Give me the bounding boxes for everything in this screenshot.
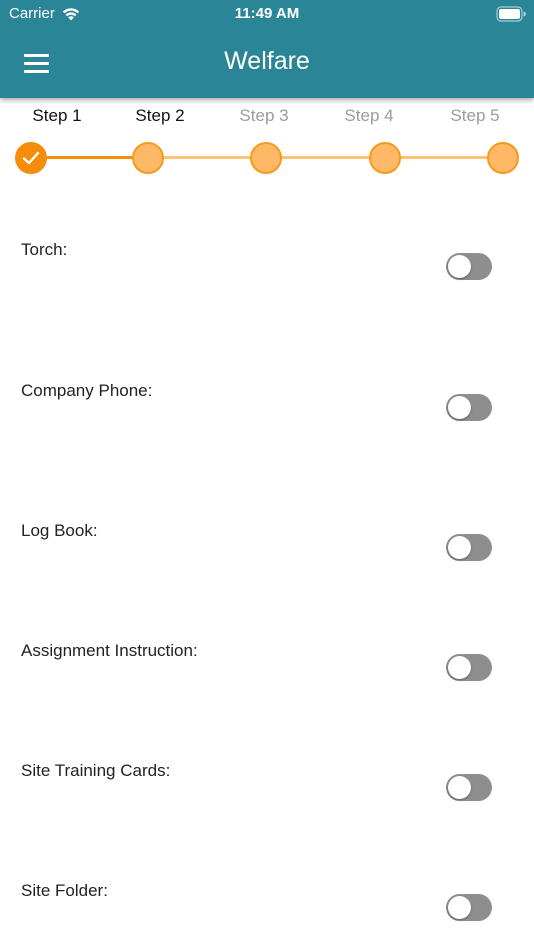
step-connector bbox=[148, 156, 266, 159]
site-training-cards-label: Site Training Cards: bbox=[21, 761, 171, 780]
assignment-instruction-label: Assignment Instruction: bbox=[21, 641, 198, 660]
step-4-label[interactable]: Step 4 bbox=[344, 106, 393, 126]
step-2-label[interactable]: Step 2 bbox=[135, 106, 184, 126]
toggle-knob bbox=[448, 255, 471, 278]
step-5-indicator[interactable] bbox=[487, 142, 519, 174]
step-1-label[interactable]: Step 1 bbox=[32, 106, 81, 126]
step-4-indicator[interactable] bbox=[369, 142, 401, 174]
torch-toggle[interactable] bbox=[446, 253, 492, 280]
log-book-label: Log Book: bbox=[21, 521, 98, 540]
step-connector bbox=[266, 156, 385, 159]
step-5-label[interactable]: Step 5 bbox=[450, 106, 499, 126]
site-folder-toggle[interactable] bbox=[446, 894, 492, 921]
step-connector bbox=[31, 156, 148, 159]
step-3-indicator[interactable] bbox=[250, 142, 282, 174]
log-book-toggle[interactable] bbox=[446, 534, 492, 561]
step-2-indicator[interactable] bbox=[132, 142, 164, 174]
step-connector bbox=[385, 156, 503, 159]
toggle-knob bbox=[448, 536, 471, 559]
status-time: 11:49 AM bbox=[234, 5, 300, 22]
page-title: Welfare bbox=[224, 47, 310, 75]
torch-label: Torch: bbox=[21, 240, 68, 259]
step-1-indicator[interactable] bbox=[15, 142, 47, 174]
toggle-knob bbox=[448, 656, 471, 679]
site-folder-label: Site Folder: bbox=[21, 881, 108, 900]
assignment-instruction-toggle[interactable] bbox=[446, 654, 492, 681]
app-header: Carrier 11:49 AM Welfare bbox=[0, 0, 534, 98]
company-phone-toggle[interactable] bbox=[446, 394, 492, 421]
checkmark-icon bbox=[22, 151, 40, 165]
toggle-knob bbox=[448, 896, 471, 919]
site-training-cards-toggle[interactable] bbox=[446, 774, 492, 801]
step-progress: Step 1 Step 2 Step 3 Step 4 Step 5 bbox=[0, 98, 534, 188]
toggle-knob bbox=[448, 776, 471, 799]
company-phone-label: Company Phone: bbox=[21, 381, 153, 400]
step-3-label[interactable]: Step 3 bbox=[239, 106, 288, 126]
status-bar: Carrier 11:49 AM bbox=[0, 0, 534, 28]
battery-icon bbox=[496, 6, 526, 22]
toggle-knob bbox=[448, 396, 471, 419]
